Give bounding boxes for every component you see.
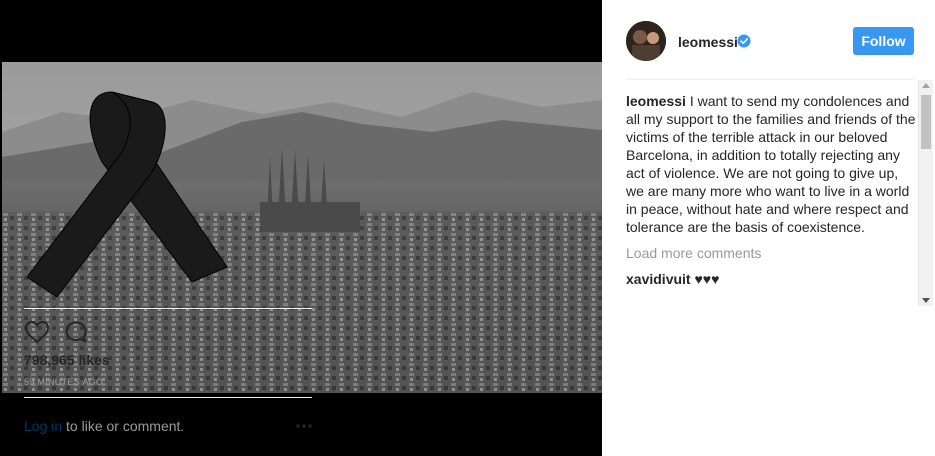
login-prompt: Log in to like or comment. (24, 418, 184, 434)
footer-divider (24, 397, 312, 398)
likes-count[interactable]: 798,965 likes (24, 352, 110, 368)
comment-text: ♥♥♥ (690, 271, 720, 287)
speech-bubble-icon[interactable] (64, 320, 88, 344)
list-item: xavidivuit ♥♥♥ (626, 270, 918, 288)
comment-username[interactable]: xavidivuit (626, 271, 691, 287)
scroll-up-arrow-icon[interactable] (922, 83, 930, 88)
post-username[interactable]: leomessi (678, 34, 738, 50)
login-link[interactable]: Log in (24, 418, 62, 434)
heart-icon[interactable] (24, 320, 50, 344)
post-header: leomessi Follow (602, 0, 935, 80)
header-divider (626, 79, 914, 80)
scroll-down-arrow-icon[interactable] (922, 298, 930, 303)
avatar[interactable] (626, 21, 666, 61)
comments-scrollbar[interactable] (918, 80, 933, 306)
post-side-panel: leomessi Follow leomessi I want to send … (602, 0, 935, 456)
scrollbar-thumb[interactable] (921, 95, 931, 149)
actions-divider (24, 308, 312, 309)
verified-badge-icon (737, 34, 751, 48)
post-image[interactable] (2, 62, 602, 393)
caption-text: I want to send my condolences and all my… (626, 93, 916, 235)
load-more-comments-link[interactable]: Load more comments (626, 244, 918, 262)
more-options-icon[interactable] (296, 424, 312, 428)
post-timestamp: 59 MINUTES AGO (24, 377, 104, 387)
login-prompt-text: to like or comment. (62, 418, 185, 434)
post-photo-area (0, 0, 602, 456)
post-caption: leomessi I want to send my condolences a… (626, 92, 918, 236)
follow-button[interactable]: Follow (853, 27, 914, 55)
caption-username[interactable]: leomessi (626, 93, 686, 109)
comments-list[interactable]: leomessi I want to send my condolences a… (626, 92, 918, 306)
avatar-image (626, 21, 666, 61)
